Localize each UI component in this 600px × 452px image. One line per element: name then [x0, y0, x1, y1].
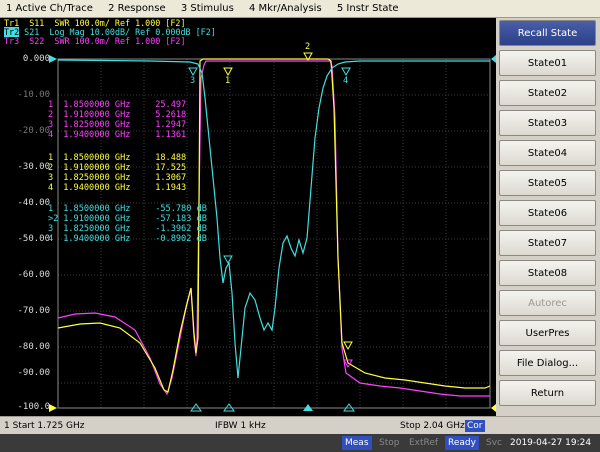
softkey-state02[interactable]: State02 — [499, 80, 596, 106]
menu-response[interactable]: 2 Response — [108, 3, 166, 14]
channel-status-bar: 1 Start 1.725 GHz IFBW 1 kHz Stop 2.04 G… — [0, 416, 600, 435]
correction-badge: Cor — [465, 420, 485, 432]
trace-marker-4-label: 4 — [343, 76, 349, 86]
instrument-status-bar: Meas Stop ExtRef Ready Svc 2019-04-27 19… — [0, 434, 600, 452]
y-tick-2: -20.00 — [17, 126, 50, 136]
stop-frequency[interactable]: Stop 2.04 GHz — [400, 417, 465, 435]
softkey-autorec[interactable]: Autorec — [499, 290, 596, 316]
y-tick-10: -100.0 — [17, 402, 50, 412]
softkey-state01[interactable]: State01 — [499, 50, 596, 76]
marker-s11-row-3: 3 1.8250000 GHz 1.2947 — [48, 120, 187, 130]
softkey-return[interactable]: Return — [499, 380, 596, 406]
svc-indicator: Svc — [486, 438, 502, 448]
y-tick-4: -40.00 — [17, 198, 50, 208]
softkey-state04[interactable]: State04 — [499, 140, 596, 166]
start-frequency[interactable]: 1 Start 1.725 GHz — [4, 417, 85, 435]
softkey-file-dialog[interactable]: File Dialog... — [499, 350, 596, 376]
marker-s21-row-4: 4 1.9400000 GHz -0.8902 dB — [48, 234, 207, 244]
trace-marker-s21-1-icon — [223, 255, 233, 265]
marker-s22-row-3: 3 1.8250000 GHz 1.3067 — [48, 173, 187, 183]
ifbw[interactable]: IFBW 1 kHz — [215, 417, 266, 435]
ref-arrow-right — [491, 55, 496, 63]
meas-indicator: Meas — [342, 436, 372, 450]
ready-indicator: Ready — [445, 436, 479, 450]
y-tick-9: -90.00 — [17, 368, 50, 378]
marker-s22-row-1: 1 1.8500000 GHz 18.488 — [48, 153, 187, 163]
softkey-state06[interactable]: State06 — [499, 200, 596, 226]
trace-marker-1-label: 1 — [225, 76, 231, 86]
trace-marker-3-label: 3 — [190, 76, 196, 86]
softkey-state07[interactable]: State07 — [499, 230, 596, 256]
marker-s21-row-1: 1 1.8500000 GHz -55.780 dB — [48, 204, 207, 214]
softkey-panel: Recall State State01 State02 State03 Sta… — [497, 18, 600, 416]
y-tick-7: -70.00 — [17, 306, 50, 316]
trace-header-tr3[interactable]: Tr3 S22 SWR 100.0m/ Ref 1.000 [F2] — [4, 37, 186, 46]
extref-indicator: ExtRef — [409, 438, 439, 448]
softkey-state03[interactable]: State03 — [499, 110, 596, 136]
marker-s11-row-4: 4 1.9400000 GHz 1.1361 — [48, 130, 187, 140]
ref-arrow-left — [49, 55, 57, 63]
menu-mkr-analysis[interactable]: 4 Mkr/Analysis — [249, 3, 322, 14]
stop-indicator: Stop — [379, 438, 400, 448]
y-tick-3: -30.00 — [17, 162, 50, 172]
softkey-state05[interactable]: State05 — [499, 170, 596, 196]
softkey-recall-state[interactable]: Recall State — [499, 20, 596, 46]
trace-marker-1-icon — [223, 67, 233, 77]
trace-marker-3-icon — [188, 67, 198, 77]
trace-marker-2-label: 2 — [305, 42, 311, 52]
menu-active-ch-trace[interactable]: 1 Active Ch/Trace — [6, 3, 93, 14]
menu-bar: 1 Active Ch/Trace 2 Response 3 Stimulus … — [0, 0, 600, 18]
marker-s21-row-3: 3 1.8250000 GHz -1.3962 dB — [48, 224, 207, 234]
softkey-state08[interactable]: State08 — [499, 260, 596, 286]
y-tick-5: -50.00 — [17, 234, 50, 244]
y-tick-6: -60.00 — [17, 270, 50, 280]
trace-marker-s11-4-icon — [343, 341, 353, 351]
trace-display[interactable]: Tr1 S11 SWR 100.0m/ Ref 1.000 [F2] Tr2 S… — [0, 18, 496, 416]
marker-s22-row-4: 4 1.9400000 GHz 1.1943 — [48, 183, 187, 193]
trace-marker-4-icon — [341, 67, 351, 77]
date-time: 2019-04-27 19:24 — [510, 438, 592, 448]
softkey-userpres[interactable]: UserPres — [499, 320, 596, 346]
ref-arrow-left-bottom — [49, 404, 57, 412]
marker-s11-row-1: 1 1.8500000 GHz 25.497 — [48, 100, 187, 110]
y-tick-0: 0.000 — [22, 54, 50, 64]
marker-s11-row-2: 2 1.9100000 GHz 5.2618 — [48, 110, 187, 120]
y-tick-8: -80.00 — [17, 342, 50, 352]
menu-stimulus[interactable]: 3 Stimulus — [181, 3, 234, 14]
menu-instr-state[interactable]: 5 Instr State — [337, 3, 399, 14]
ref-arrow-right-bottom — [491, 404, 496, 412]
marker-s21-row-2: >2 1.9100000 GHz -57.183 dB — [48, 214, 207, 224]
y-tick-1: -10.00 — [17, 90, 50, 100]
marker-s22-row-2: 2 1.9100000 GHz 17.525 — [48, 163, 187, 173]
